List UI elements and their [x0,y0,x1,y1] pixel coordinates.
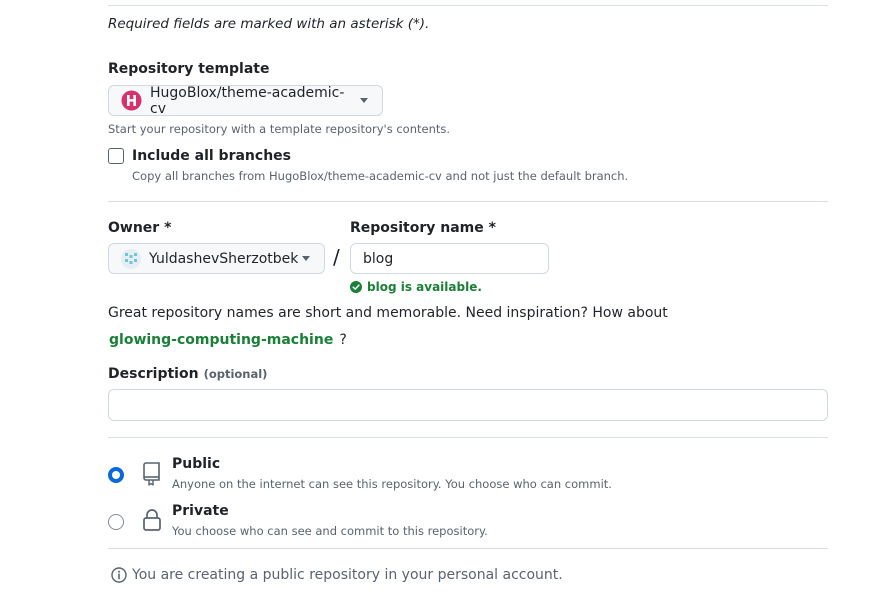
required-fields-note: Required fields are marked with an aster… [108,16,430,32]
inspiration-suffix: ? [339,332,347,348]
private-radio[interactable] [108,514,124,530]
description-label-group: Description (optional) [108,366,267,382]
description-optional: (optional) [203,367,268,381]
template-help: Start your repository with a template re… [108,122,451,136]
private-option-title[interactable]: Private [172,503,229,519]
repo-name-status-text: blog is available. [367,280,482,294]
include-branches-label[interactable]: Include all branches [132,148,291,164]
public-option-help: Anyone on the internet can see this repo… [172,477,612,491]
repo-name-label: Repository name * [350,220,496,236]
chevron-down-icon [360,98,368,103]
lock-icon [142,508,162,536]
public-option-title[interactable]: Public [172,456,220,472]
private-option-help: You choose who can see and commit to thi… [172,524,488,538]
divider-visibility [108,548,828,549]
template-label: Repository template [108,61,270,77]
divider-description [108,437,828,438]
include-branches-help: Copy all branches from HugoBlox/theme-ac… [132,169,629,183]
public-info-notice: You are creating a public repository in … [111,567,563,583]
suggested-name-button[interactable]: glowing-computing-machine [109,332,333,348]
template-select-button[interactable]: HugoBlox/theme-academic-cv [108,84,383,117]
repo-name-status: blog is available. [350,280,482,294]
inspiration-text: Great repository names are short and mem… [108,305,668,321]
check-circle-icon [350,281,362,293]
owner-repo-separator: / [333,245,340,269]
include-branches-checkbox[interactable] [108,148,124,164]
identicon-avatar [121,248,141,269]
divider-template [108,201,828,202]
description-input[interactable] [108,389,828,421]
info-icon [111,567,127,583]
hugoblox-logo-icon [121,90,142,111]
description-label: Description [108,366,199,382]
owner-select-value: YuldashevSherzotbek [149,250,299,267]
template-select-value: HugoBlox/theme-academic-cv [150,84,345,117]
owner-select-button[interactable]: YuldashevSherzotbek [108,243,325,274]
repo-name-input[interactable]: blog [350,243,549,274]
public-radio[interactable] [108,467,124,483]
chevron-down-icon [302,256,310,261]
repo-icon [142,461,162,491]
divider-top [108,5,828,6]
public-info-text: You are creating a public repository in … [132,567,563,583]
owner-label: Owner * [108,220,172,236]
